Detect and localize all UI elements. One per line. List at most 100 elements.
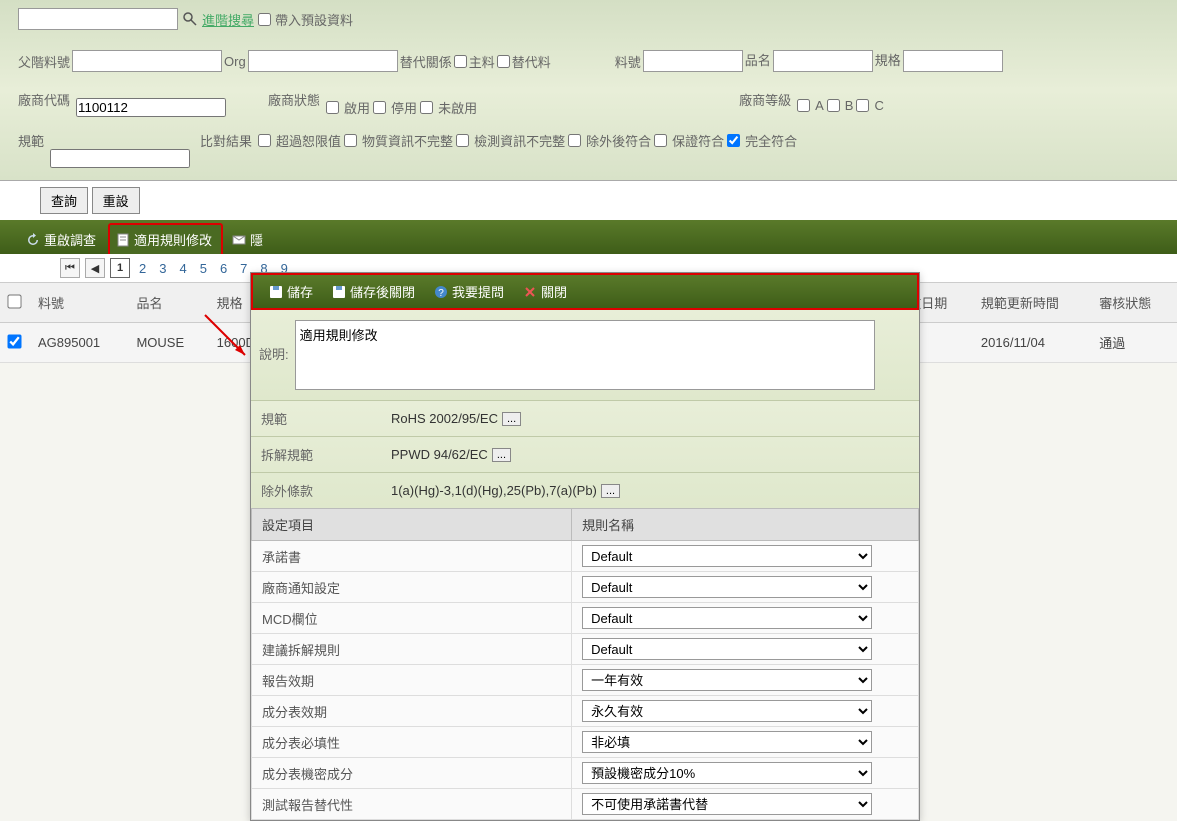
cell-name: MOUSE: [128, 323, 208, 363]
vendor-code-input[interactable]: [76, 98, 226, 117]
preset-checkbox[interactable]: [258, 13, 271, 26]
alt-checkbox[interactable]: [497, 55, 510, 68]
rule-row: 成分表效期永久有效: [252, 696, 919, 727]
rule-table: 設定項目 規則名稱 承諾書Default廠商通知設定DefaultMCD欄位De…: [251, 508, 919, 820]
name-input[interactable]: [773, 50, 873, 72]
save-button[interactable]: 儲存: [261, 278, 321, 305]
ask-button[interactable]: ? 我要提問: [426, 278, 512, 305]
cmp6-label: 完全符合: [745, 131, 797, 150]
parent-pn-input[interactable]: [72, 50, 222, 72]
tab-reopen-label: 重啟調查: [44, 230, 96, 249]
status-enabled-checkbox[interactable]: [326, 101, 339, 114]
grade-c-checkbox[interactable]: [856, 99, 869, 112]
pager-first-button[interactable]: ⏮: [60, 258, 80, 278]
question-icon: ?: [434, 285, 448, 299]
tab-hidden-label: 隱: [250, 230, 263, 249]
cell-status: 通過: [1091, 323, 1177, 363]
rule-col-item: 設定項目: [252, 509, 572, 541]
pager-page-3[interactable]: 3: [155, 261, 170, 276]
parent-pn-label: 父階料號: [18, 52, 70, 71]
compare-label: 比對結果: [200, 131, 252, 150]
filter-panel: 進階搜尋 帶入預設資料 父階料號 Org 替代關係 主料 替代料 料號 品名 規…: [0, 0, 1177, 181]
grade-c-label: C: [874, 98, 883, 113]
cmp1-checkbox[interactable]: [258, 134, 271, 147]
status-disabled-label: 停用: [391, 98, 417, 117]
rule-row: 成分表機密成分預設機密成分10%: [252, 758, 919, 789]
cmp3-checkbox[interactable]: [456, 134, 469, 147]
document-icon: [116, 233, 130, 247]
pager-page-5[interactable]: 5: [196, 261, 211, 276]
status-notenabled-label: 未啟用: [438, 98, 477, 117]
spec-input[interactable]: [903, 50, 1003, 72]
tab-rule-edit[interactable]: 適用規則修改: [108, 223, 223, 254]
rule-row: 測試報告替代性不可使用承諾書代替: [252, 789, 919, 820]
rule-item-label: MCD欄位: [252, 603, 572, 634]
rule-select[interactable]: 不可使用承諾書代替: [582, 793, 872, 815]
save-icon: [269, 285, 283, 299]
cmp1-label: 超過恕限值: [276, 131, 341, 150]
pager-page-6[interactable]: 6: [216, 261, 231, 276]
cmp6-checkbox[interactable]: [727, 134, 740, 147]
rule-select[interactable]: 預設機密成分10%: [582, 762, 872, 784]
quick-search-input[interactable]: [18, 8, 178, 30]
search-icon[interactable]: [182, 11, 198, 27]
rule-select[interactable]: 永久有效: [582, 700, 872, 722]
rule-select[interactable]: Default: [582, 576, 872, 598]
desc-textarea[interactable]: [295, 320, 875, 390]
close-button[interactable]: 關閉: [515, 278, 575, 305]
pager-page-1[interactable]: 1: [110, 258, 130, 278]
dis-picker-button[interactable]: ...: [492, 448, 511, 462]
reset-button[interactable]: 重設: [92, 187, 140, 214]
rule-select[interactable]: Default: [582, 607, 872, 629]
pn-input[interactable]: [643, 50, 743, 72]
status-notenabled-checkbox[interactable]: [420, 101, 433, 114]
rule-row: 廠商通知設定Default: [252, 572, 919, 603]
pager-page-4[interactable]: 4: [175, 261, 190, 276]
rule-col-name: 規則名稱: [572, 509, 919, 541]
rule-item-label: 成分表必填性: [252, 727, 572, 758]
save-label: 儲存: [287, 282, 313, 301]
exc-value: 1(a)(Hg)-3,1(d)(Hg),25(Pb),7(a)(Pb): [391, 483, 597, 498]
rule-select[interactable]: Default: [582, 638, 872, 660]
grade-a-label: A: [815, 98, 824, 113]
rule-item-label: 成分表機密成分: [252, 758, 572, 789]
col-upd-time: 規範更新時間: [973, 283, 1091, 323]
cmp3-label: 檢測資訊不完整: [474, 131, 565, 150]
cmp4-checkbox[interactable]: [568, 134, 581, 147]
grade-b-checkbox[interactable]: [827, 99, 840, 112]
norm-input[interactable]: [50, 149, 190, 168]
save-close-icon: [332, 285, 346, 299]
rule-row: MCD欄位 Default: [252, 603, 919, 634]
cmp5-checkbox[interactable]: [654, 134, 667, 147]
cell-upd: 2016/11/04: [973, 323, 1091, 363]
norm-picker-button[interactable]: ...: [502, 412, 521, 426]
exc-picker-button[interactable]: ...: [601, 484, 620, 498]
rule-select[interactable]: 非必填: [582, 731, 872, 753]
status-disabled-checkbox[interactable]: [373, 101, 386, 114]
tab-reopen[interactable]: 重啟調查: [20, 225, 105, 254]
rule-item-label: 承諾書: [252, 541, 572, 572]
query-button[interactable]: 查詢: [40, 187, 88, 214]
rule-edit-modal: 儲存 儲存後關閉 ? 我要提問 關閉 說明: 規範 RoHS 2002/95/E…: [250, 272, 920, 821]
rule-select[interactable]: 一年有效: [582, 669, 872, 691]
org-input[interactable]: [248, 50, 398, 72]
cmp2-checkbox[interactable]: [344, 134, 357, 147]
ask-label: 我要提問: [452, 282, 504, 301]
cmp2-label: 物質資訊不完整: [362, 131, 453, 150]
pager-page-2[interactable]: 2: [135, 261, 150, 276]
select-all-checkbox[interactable]: [7, 294, 21, 308]
rule-item-label: 建議拆解規則: [252, 634, 572, 665]
tab-hidden[interactable]: 隱: [226, 225, 272, 254]
grade-a-checkbox[interactable]: [797, 99, 810, 112]
close-icon: [523, 285, 537, 299]
row-checkbox[interactable]: [7, 334, 21, 348]
rule-select[interactable]: Default: [582, 545, 872, 567]
save-close-button[interactable]: 儲存後關閉: [324, 278, 423, 305]
rule-row: 成分表必填性非必填: [252, 727, 919, 758]
rule-row: 建議拆解規則 Default: [252, 634, 919, 665]
advanced-search-link[interactable]: 進階搜尋: [202, 10, 254, 29]
mail-icon: [232, 233, 246, 247]
pager-prev-button[interactable]: ◀: [85, 258, 105, 278]
main-checkbox[interactable]: [454, 55, 467, 68]
grade-b-label: B: [845, 98, 854, 113]
